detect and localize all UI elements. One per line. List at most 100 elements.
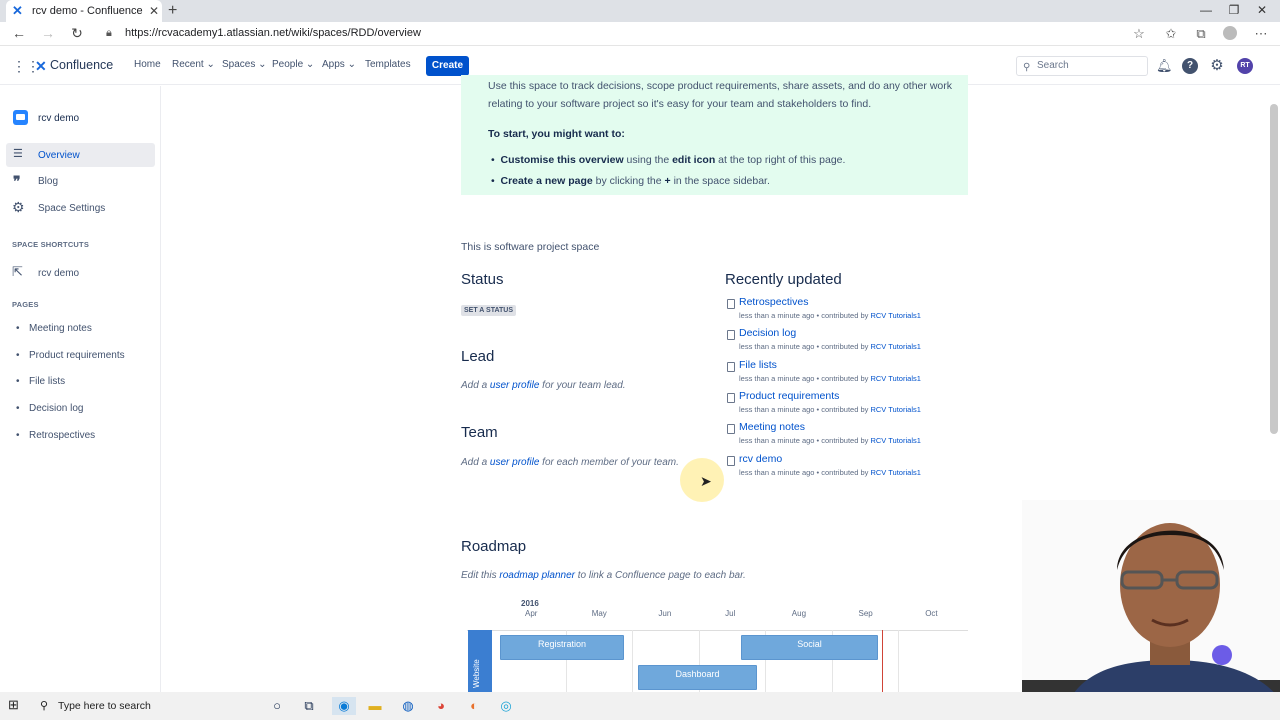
nav-recent[interactable]: Recent ⌄ [172,59,215,70]
confluence-logo-text[interactable]: Confluence [50,58,113,72]
shortcut-rcv-demo[interactable]: rcv demo [38,268,79,279]
more-icon[interactable]: ⋯ [1252,26,1270,42]
recent-item-user-link[interactable]: RCV Tutorials1 [870,311,920,320]
chevron-down-icon: ⌄ [347,59,356,70]
browser-profile-avatar[interactable] [1223,26,1237,40]
mouse-cursor-icon: ➤ [700,473,712,489]
recent-item-meta-text: less than a minute ago • contributed by [739,405,871,414]
page-file-lists[interactable]: File lists [29,376,65,387]
tip-2-text-b: in the space sidebar. [670,175,770,187]
minimize-icon[interactable]: — [1196,3,1216,17]
new-tab-button[interactable]: + [168,2,177,20]
roadmap-bar-social[interactable]: Social [741,635,878,660]
file-explorer-icon[interactable]: ▬ [366,697,384,715]
sidebar-item-space-settings[interactable]: Space Settings [38,203,105,214]
nav-templates[interactable]: Templates [365,59,411,70]
close-tab-icon[interactable]: ✕ [146,4,162,18]
pages-heading: PAGES [12,300,39,309]
roadmap-month-label: Apr [525,609,538,618]
recent-item-user-link[interactable]: RCV Tutorials1 [870,374,920,383]
space-name[interactable]: rcv demo [38,113,79,124]
recent-item-title[interactable]: Meeting notes [739,421,805,433]
url-field[interactable]: https://rcvacademy1.atlassian.net/wiki/s… [125,27,421,39]
page-retrospectives[interactable]: Retrospectives [29,430,95,441]
page-decision-log[interactable]: Decision log [29,403,83,414]
reload-icon[interactable]: ↻ [68,25,86,42]
task-view-icon[interactable]: ⧉ [300,697,318,715]
sidebar-item-blog[interactable]: Blog [38,176,58,187]
lead-user-profile-link[interactable]: user profile [490,380,539,391]
space-shortcuts-heading: SPACE SHORTCUTS [12,240,90,249]
roadmap-month-label: Sep [858,609,873,618]
page-icon [727,424,735,434]
webcam-overlay [1022,500,1280,720]
recent-item-user-link[interactable]: RCV Tutorials1 [870,436,920,445]
back-icon[interactable]: ← [10,25,28,41]
team-pre: Add a [461,457,490,468]
page-meeting-notes[interactable]: Meeting notes [29,323,92,334]
hp-icon[interactable]: ◍ [399,697,417,715]
tip-1-bold-2: edit icon [672,154,716,166]
create-button[interactable]: Create [426,56,469,76]
search-placeholder: Search [1037,60,1069,71]
recent-item-meta: less than a minute ago • contributed by … [739,468,921,477]
scrollbar-thumb[interactable] [1270,104,1278,434]
bullet: • [16,430,20,441]
nav-apps[interactable]: Apps ⌄ [322,59,356,70]
tip-1: • Customise this overview using the edit… [491,154,846,166]
maximize-icon[interactable]: ❐ [1224,3,1244,17]
banner-line-2: relating to your software project so it'… [488,98,872,110]
gear-icon: ⚙ [12,199,25,215]
recent-item-user-link[interactable]: RCV Tutorials1 [870,405,920,414]
recent-item-title[interactable]: Retrospectives [739,296,808,308]
page-icon [727,362,735,372]
roadmap-month-label: May [591,609,607,618]
quote-icon: ❞ [13,173,21,189]
set-status-button[interactable]: SET A STATUS [461,305,516,316]
chevron-down-icon: ⌄ [305,59,315,70]
recent-item-meta: less than a minute ago • contributed by … [739,342,921,351]
app-icon[interactable]: ◎ [497,697,515,715]
roadmap-bar-registration[interactable]: Registration [500,635,624,660]
firefox-icon[interactable]: ◐ [465,697,483,715]
recent-item-title[interactable]: Product requirements [739,390,839,402]
page-product-requirements[interactable]: Product requirements [29,350,125,361]
recent-item-user-link[interactable]: RCV Tutorials1 [870,342,920,351]
chrome-icon[interactable]: ◕ [432,697,450,715]
roadmap-bar-dashboard[interactable]: Dashboard [638,665,757,690]
roadmap-prompt: Edit this roadmap planner to link a Conf… [461,570,746,581]
cortana-icon[interactable]: ○ [268,697,286,715]
search-input[interactable]: ⚲ Search [1016,56,1148,76]
sidebar-item-overview-label[interactable]: Overview [38,150,80,161]
bullet: • [16,323,20,334]
nav-spaces-label: Spaces [222,59,256,70]
taskbar-search-input[interactable]: Type here to search [58,700,151,712]
roadmap-month-label: Aug [791,609,807,618]
nav-spaces[interactable]: Spaces ⌄ [222,59,267,70]
today-marker [882,630,883,692]
favorites-icon[interactable]: ✩ [1162,26,1180,42]
recent-item-meta: less than a minute ago • contributed by … [739,374,921,383]
recent-item-title[interactable]: Decision log [739,327,796,339]
close-window-icon[interactable]: ✕ [1252,3,1272,17]
nav-people[interactable]: People ⌄ [272,59,314,70]
help-icon[interactable]: ? [1182,58,1198,74]
roadmap-planner-link[interactable]: roadmap planner [499,570,575,581]
favorite-star-icon[interactable]: ☆ [1130,26,1148,42]
recent-item-user-link[interactable]: RCV Tutorials1 [870,468,920,477]
lead-prompt: Add a user profile for your team lead. [461,380,626,391]
user-avatar[interactable]: RT [1237,58,1253,74]
edge-browser-icon[interactable]: ◉ [332,697,356,715]
sidebar-item-overview[interactable] [6,143,155,167]
nav-home[interactable]: Home [134,59,161,70]
notifications-icon[interactable]: 🔔︎ [1156,58,1173,74]
settings-gear-icon[interactable]: ⚙ [1209,58,1225,74]
external-link-icon: ⇱ [12,264,23,279]
recent-item-title[interactable]: rcv demo [739,453,782,465]
browser-tab[interactable]: ✕ rcv demo - Confluence ✕ [6,0,162,22]
collections-icon[interactable]: ⧉ [1192,26,1210,42]
team-user-profile-link[interactable]: user profile [490,457,539,468]
windows-start-icon[interactable]: ⊞ [8,697,24,713]
forward-icon[interactable]: → [39,25,57,41]
recent-item-title[interactable]: File lists [739,359,777,371]
